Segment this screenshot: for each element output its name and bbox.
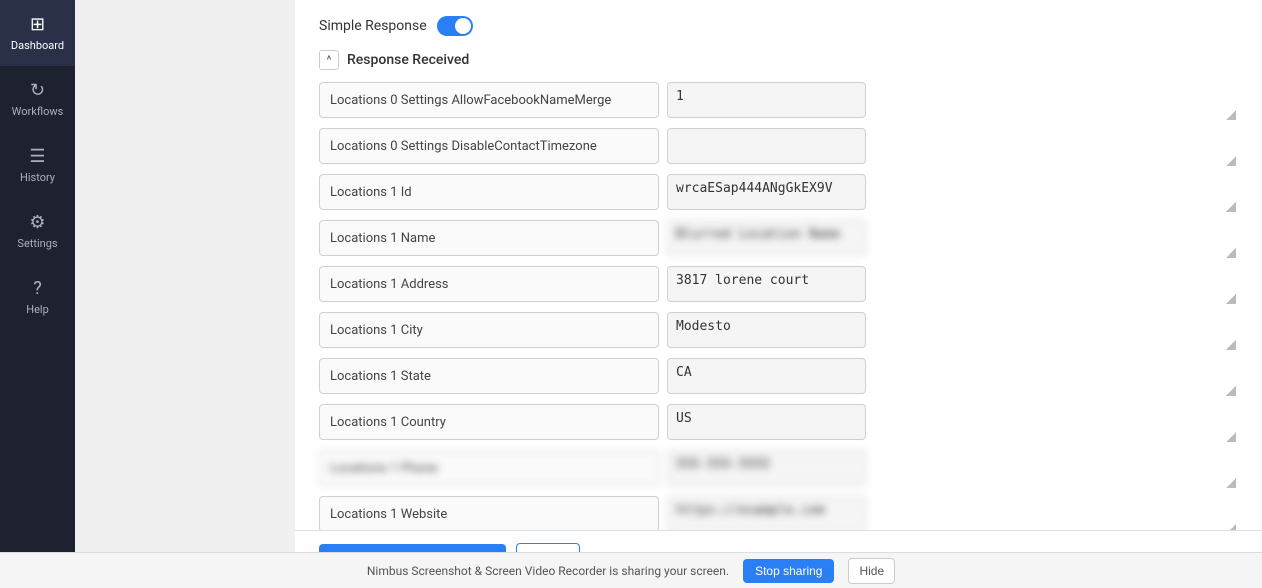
field-label-1: Locations 0 Settings DisableContactTimez… bbox=[319, 128, 659, 164]
field-value-4[interactable]: 3817 lorene court bbox=[667, 266, 866, 302]
field-value-1[interactable] bbox=[667, 128, 866, 164]
field-row-0: Locations 0 Settings AllowFacebookNameMe… bbox=[319, 82, 1238, 122]
field-row-7: Locations 1 Country US bbox=[319, 404, 1238, 444]
field-value-wrapper-1 bbox=[667, 128, 1238, 168]
sidebar: ⊞ Dashboard ↻ Workflows ☰ History ⚙ Sett… bbox=[0, 0, 75, 588]
field-row-1: Locations 0 Settings DisableContactTimez… bbox=[319, 128, 1238, 168]
field-row-2: Locations 1 Id wrcaESap444ANgGkEX9V bbox=[319, 174, 1238, 214]
field-label-2: Locations 1 Id bbox=[319, 174, 659, 210]
resize-handle-1[interactable] bbox=[1226, 156, 1236, 166]
field-label-9: Locations 1 Website bbox=[319, 496, 659, 530]
field-value-2[interactable]: wrcaESap444ANgGkEX9V bbox=[667, 174, 866, 210]
resize-handle-7[interactable] bbox=[1226, 432, 1236, 442]
sidebar-item-label: Dashboard bbox=[11, 39, 64, 52]
left-panel bbox=[75, 0, 295, 588]
field-value-wrapper-4: 3817 lorene court bbox=[667, 266, 1238, 306]
content-panel: Simple Response ^ Response Received Loca… bbox=[295, 0, 1262, 588]
help-icon: ? bbox=[33, 278, 42, 299]
simple-response-toggle[interactable] bbox=[437, 16, 473, 36]
resize-handle-9[interactable] bbox=[1226, 524, 1236, 530]
simple-response-label: Simple Response bbox=[319, 18, 427, 34]
field-label-3: Locations 1 Name bbox=[319, 220, 659, 256]
field-row-9: Locations 1 Website https://example.com bbox=[319, 496, 1238, 530]
field-row-6: Locations 1 State CA bbox=[319, 358, 1238, 398]
sidebar-item-dashboard[interactable]: ⊞ Dashboard bbox=[0, 0, 75, 66]
field-value-8[interactable]: 555-555-5555 bbox=[667, 450, 866, 486]
field-label-8: Locations 1 Phone bbox=[319, 450, 659, 486]
sidebar-item-label: History bbox=[20, 171, 55, 184]
resize-handle-3[interactable] bbox=[1226, 248, 1236, 258]
hide-button[interactable]: Hide bbox=[848, 558, 895, 584]
field-value-6[interactable]: CA bbox=[667, 358, 866, 394]
field-value-wrapper-0: 1 bbox=[667, 82, 1238, 122]
sidebar-item-workflows[interactable]: ↻ Workflows bbox=[0, 66, 75, 132]
resize-handle-6[interactable] bbox=[1226, 386, 1236, 396]
sidebar-item-label: Settings bbox=[17, 237, 57, 250]
field-value-wrapper-6: CA bbox=[667, 358, 1238, 398]
field-value-wrapper-9: https://example.com bbox=[667, 496, 1238, 530]
sidebar-item-help[interactable]: ? Help bbox=[0, 264, 75, 330]
sidebar-item-history[interactable]: ☰ History bbox=[0, 132, 75, 198]
field-row-4: Locations 1 Address 3817 lorene court bbox=[319, 266, 1238, 306]
recorder-bar: Nimbus Screenshot & Screen Video Recorde… bbox=[0, 552, 1262, 588]
settings-icon: ⚙ bbox=[29, 212, 45, 233]
field-value-0[interactable]: 1 bbox=[667, 82, 866, 118]
section-header: ^ Response Received bbox=[319, 50, 1238, 70]
stop-sharing-button[interactable]: Stop sharing bbox=[743, 559, 834, 583]
field-label-4: Locations 1 Address bbox=[319, 266, 659, 302]
field-value-wrapper-2: wrcaESap444ANgGkEX9V bbox=[667, 174, 1238, 214]
field-row-3: Locations 1 Name Blurred Location Name bbox=[319, 220, 1238, 260]
simple-response-row: Simple Response bbox=[319, 16, 1238, 36]
field-value-3[interactable]: Blurred Location Name bbox=[667, 220, 866, 256]
content-inner[interactable]: Simple Response ^ Response Received Loca… bbox=[295, 0, 1262, 530]
resize-handle-0[interactable] bbox=[1226, 110, 1236, 120]
field-row-5: Locations 1 City Modesto bbox=[319, 312, 1238, 352]
field-label-5: Locations 1 City bbox=[319, 312, 659, 348]
field-label-6: Locations 1 State bbox=[319, 358, 659, 394]
field-value-wrapper-3: Blurred Location Name bbox=[667, 220, 1238, 260]
resize-handle-5[interactable] bbox=[1226, 340, 1236, 350]
field-value-wrapper-5: Modesto bbox=[667, 312, 1238, 352]
dashboard-icon: ⊞ bbox=[30, 14, 45, 35]
field-row-8: Locations 1 Phone 555-555-5555 bbox=[319, 450, 1238, 490]
sidebar-item-settings[interactable]: ⚙ Settings bbox=[0, 198, 75, 264]
sidebar-item-label: Workflows bbox=[12, 105, 64, 118]
section-title: Response Received bbox=[347, 52, 469, 68]
field-label-0: Locations 0 Settings AllowFacebookNameMe… bbox=[319, 82, 659, 118]
history-icon: ☰ bbox=[29, 146, 45, 167]
field-label-7: Locations 1 Country bbox=[319, 404, 659, 440]
resize-handle-4[interactable] bbox=[1226, 294, 1236, 304]
collapse-button[interactable]: ^ bbox=[319, 50, 339, 70]
field-value-wrapper-7: US bbox=[667, 404, 1238, 444]
sidebar-item-label: Help bbox=[26, 303, 49, 316]
field-value-7[interactable]: US bbox=[667, 404, 866, 440]
field-value-wrapper-8: 555-555-5555 bbox=[667, 450, 1238, 490]
resize-handle-2[interactable] bbox=[1226, 202, 1236, 212]
workflows-icon: ↻ bbox=[30, 80, 45, 101]
field-value-5[interactable]: Modesto bbox=[667, 312, 866, 348]
field-value-9[interactable]: https://example.com bbox=[667, 496, 866, 530]
recorder-message: Nimbus Screenshot & Screen Video Recorde… bbox=[367, 564, 729, 578]
resize-handle-8[interactable] bbox=[1226, 478, 1236, 488]
